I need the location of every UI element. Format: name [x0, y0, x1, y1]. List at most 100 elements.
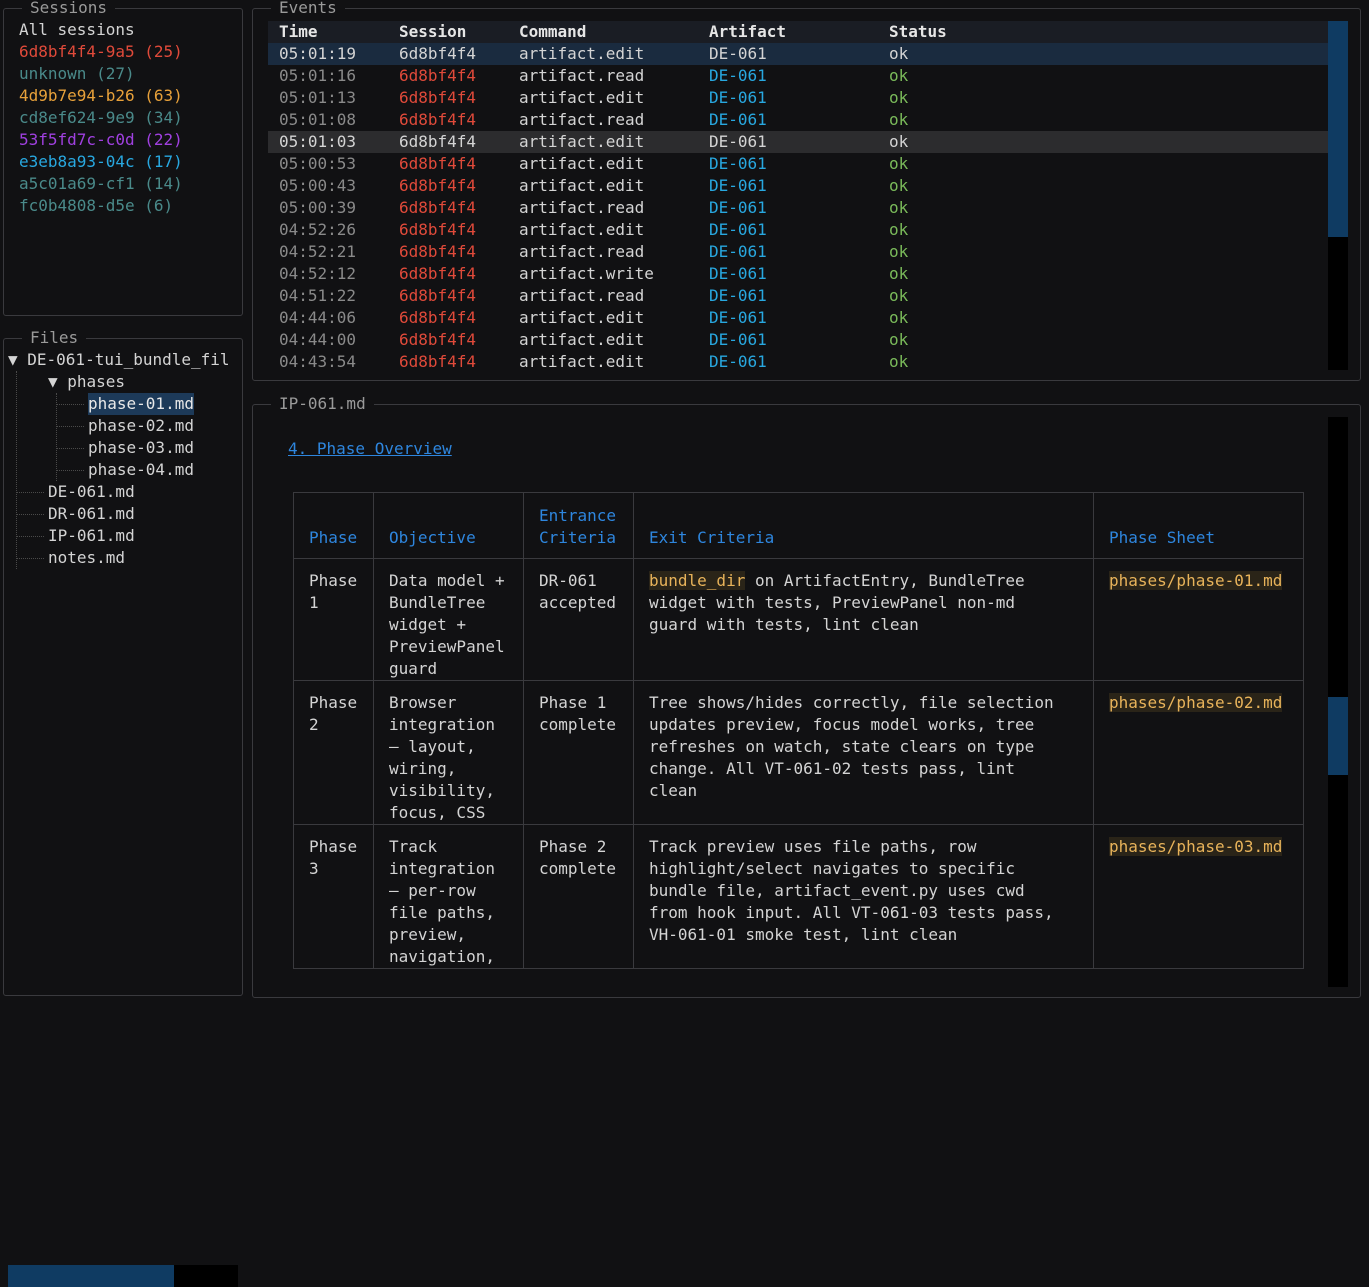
event-row[interactable]: 04:51:22 6d8bf4f4 artifact.read DE-061 ok — [268, 285, 1328, 307]
tree-guide-branch — [56, 448, 84, 449]
event-session: 6d8bf4f4 — [399, 154, 477, 173]
event-artifact: DE-061 — [709, 88, 767, 107]
col-artifact[interactable]: Artifact — [709, 21, 786, 43]
col-session[interactable]: Session — [399, 21, 466, 43]
phase-sheet-link[interactable]: phases/phase-03.md — [1109, 837, 1283, 856]
event-artifact: DE-061 — [709, 110, 767, 129]
cell-exit: Track preview uses file paths, row highl… — [633, 824, 1094, 969]
tree-file-phase-04[interactable]: phase-04.md — [88, 459, 194, 481]
th-sheet: Phase Sheet — [1093, 492, 1304, 559]
event-row[interactable]: 05:01:13 6d8bf4f4 artifact.edit DE-061 ok — [268, 87, 1328, 109]
event-session: 6d8bf4f4 — [399, 66, 477, 85]
cell-sheet: phases/phase-02.md — [1093, 680, 1304, 825]
event-status: ok — [889, 308, 909, 327]
event-command: artifact.edit — [519, 88, 645, 107]
event-command: artifact.read — [519, 286, 645, 305]
event-session: 6d8bf4f4 — [399, 88, 477, 107]
exit-text: Tree shows/hides correctly, file selecti… — [649, 693, 1054, 800]
th-entrance: Entrance Criteria — [523, 492, 634, 559]
phase-table-row: Phase 1 Data model + BundleTree widget + … — [293, 558, 1304, 681]
event-status: ok — [889, 88, 909, 107]
session-item[interactable]: e3eb8a93-04c (17) — [19, 151, 183, 173]
tree-guide-branch — [16, 536, 44, 537]
event-row[interactable]: 05:01:03 6d8bf4f4 artifact.edit DE-061 ok — [268, 131, 1328, 153]
event-artifact: DE-061 — [709, 44, 767, 63]
phase-sheet-link[interactable]: phases/phase-02.md — [1109, 693, 1283, 712]
event-row[interactable]: 04:52:26 6d8bf4f4 artifact.edit DE-061 ok — [268, 219, 1328, 241]
event-artifact: DE-061 — [709, 352, 767, 371]
col-time[interactable]: Time — [279, 21, 318, 43]
event-session: 6d8bf4f4 — [399, 44, 477, 63]
event-row[interactable]: 05:00:39 6d8bf4f4 artifact.read DE-061 ok — [268, 197, 1328, 219]
event-session: 6d8bf4f4 — [399, 176, 477, 195]
session-item[interactable]: 53f5fd7c-c0d (22) — [19, 129, 183, 151]
event-time: 05:00:53 — [279, 154, 357, 173]
col-command[interactable]: Command — [519, 21, 586, 43]
tree-phases-folder[interactable]: ▼ phases — [48, 371, 125, 393]
event-row[interactable]: 04:44:00 6d8bf4f4 artifact.edit DE-061 ok — [268, 329, 1328, 351]
events-title: Events — [271, 0, 345, 19]
cell-exit: bundle_dir on ArtifactEntry, BundleTree … — [633, 558, 1094, 681]
tree-guide-phases — [56, 393, 57, 481]
tree-file-de-061[interactable]: DE-061.md — [48, 481, 135, 503]
event-command: artifact.edit — [519, 352, 645, 371]
tree-guide-branch — [56, 404, 84, 405]
event-row[interactable]: 05:00:43 6d8bf4f4 artifact.edit DE-061 ok — [268, 175, 1328, 197]
session-item[interactable]: 4d9b7e94-b26 (63) — [19, 85, 183, 107]
session-item[interactable]: a5c01a69-cf1 (14) — [19, 173, 183, 195]
tree-guide-branch — [56, 426, 84, 427]
events-scrollbar-thumb[interactable] — [1328, 21, 1348, 237]
event-status: ok — [889, 264, 909, 283]
tree-file-notes[interactable]: notes.md — [48, 547, 125, 569]
files-scrollbar-thumb[interactable] — [8, 1265, 174, 1287]
inline-code: bundle_dir — [649, 571, 746, 590]
session-item[interactable]: unknown (27) — [19, 63, 135, 85]
event-row[interactable]: 05:01:19 6d8bf4f4 artifact.edit DE-061 ok — [268, 43, 1328, 65]
phase-overview-heading-link[interactable]: 4. Phase Overview — [288, 438, 452, 460]
event-artifact: DE-061 — [709, 330, 767, 349]
event-command: artifact.edit — [519, 308, 645, 327]
event-command: artifact.edit — [519, 154, 645, 173]
tree-file-phase-02[interactable]: phase-02.md — [88, 415, 194, 437]
event-row[interactable]: 04:52:12 6d8bf4f4 artifact.write DE-061 ok — [268, 263, 1328, 285]
sessions-panel: Sessions All sessions 6d8bf4f4-9a5 (25) un… — [3, 0, 243, 316]
session-item-all[interactable]: All sessions — [19, 19, 135, 41]
event-status: ok — [889, 198, 909, 217]
tree-file-ip-061[interactable]: IP-061.md — [48, 525, 135, 547]
session-item[interactable]: fc0b4808-d5e (6) — [19, 195, 173, 217]
event-row[interactable]: 04:44:06 6d8bf4f4 artifact.edit DE-061 ok — [268, 307, 1328, 329]
event-session: 6d8bf4f4 — [399, 330, 477, 349]
event-row[interactable]: 05:01:08 6d8bf4f4 artifact.read DE-061 ok — [268, 109, 1328, 131]
preview-scrollbar-thumb[interactable] — [1328, 697, 1348, 775]
tree-file-phase-01[interactable]: phase-01.md — [88, 393, 194, 415]
events-panel: Events Time Session Command Artifact Sta… — [252, 0, 1361, 381]
event-time: 04:43:54 — [279, 352, 357, 371]
sessions-title: Sessions — [22, 0, 116, 19]
event-session: 6d8bf4f4 — [399, 110, 477, 129]
cell-entrance: Phase 2 complete — [523, 824, 634, 969]
event-row[interactable]: 05:00:53 6d8bf4f4 artifact.edit DE-061 ok — [268, 153, 1328, 175]
event-row[interactable]: 04:52:21 6d8bf4f4 artifact.read DE-061 ok — [268, 241, 1328, 263]
event-time: 04:44:00 — [279, 330, 357, 349]
event-row[interactable]: 04:43:54 6d8bf4f4 artifact.edit DE-061 ok — [268, 351, 1328, 373]
tree-file-dr-061[interactable]: DR-061.md — [48, 503, 135, 525]
event-artifact: DE-061 — [709, 264, 767, 283]
tree-file-phase-03[interactable]: phase-03.md — [88, 437, 194, 459]
session-item[interactable]: 6d8bf4f4-9a5 (25) — [19, 41, 183, 63]
event-row[interactable]: 05:01:16 6d8bf4f4 artifact.read DE-061 ok — [268, 65, 1328, 87]
th-objective: Objective — [373, 492, 524, 559]
col-status[interactable]: Status — [889, 21, 947, 43]
event-artifact: DE-061 — [709, 198, 767, 217]
th-exit: Exit Criteria — [633, 492, 1094, 559]
tree-guide-branch — [16, 558, 44, 559]
cell-objective: Data model + BundleTree widget + Preview… — [373, 558, 524, 681]
tree-root-folder[interactable]: ▼ DE-061-tui_bundle_fil — [8, 349, 230, 371]
event-session: 6d8bf4f4 — [399, 132, 477, 151]
event-command: artifact.edit — [519, 176, 645, 195]
event-command: artifact.edit — [519, 220, 645, 239]
event-time: 05:01:08 — [279, 110, 357, 129]
session-item[interactable]: cd8ef624-9e9 (34) — [19, 107, 183, 129]
event-time: 05:00:39 — [279, 198, 357, 217]
phase-sheet-link[interactable]: phases/phase-01.md — [1109, 571, 1283, 590]
tree-guide-branch — [56, 470, 84, 471]
